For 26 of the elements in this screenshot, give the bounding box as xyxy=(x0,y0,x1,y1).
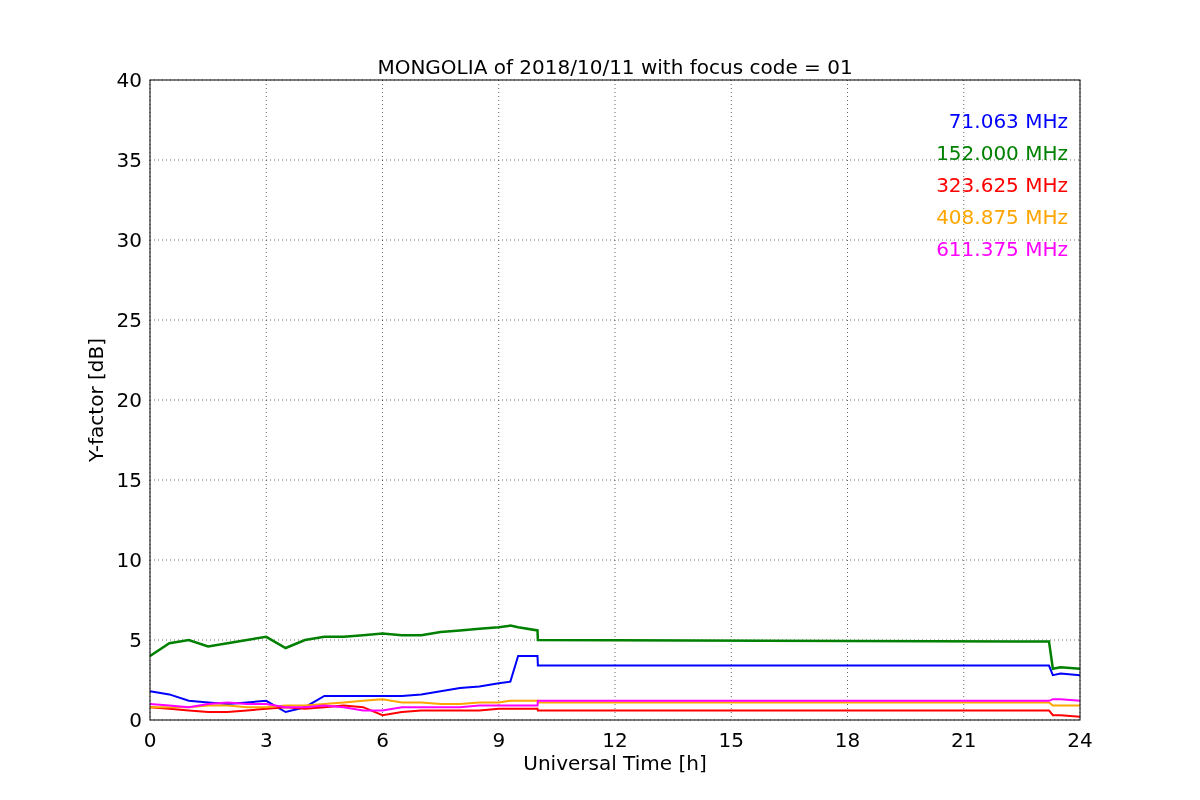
legend-label: 71.063 MHz xyxy=(948,109,1068,133)
y-tick-label: 10 xyxy=(116,548,142,572)
y-tick-label: 30 xyxy=(116,228,142,252)
x-tick-label: 9 xyxy=(492,728,506,752)
x-tick-label: 24 xyxy=(1067,728,1093,752)
y-tick-label: 5 xyxy=(129,628,142,652)
x-tick-label: 15 xyxy=(718,728,744,752)
x-axis-label: Universal Time [h] xyxy=(523,751,707,775)
x-tick-label: 21 xyxy=(951,728,977,752)
x-tick-label: 6 xyxy=(376,728,389,752)
chart-title: MONGOLIA of 2018/10/11 with focus code = 01 xyxy=(377,55,853,79)
y-tick-label: 35 xyxy=(116,148,142,172)
y-tick-label: 20 xyxy=(116,388,142,412)
y-tick-label: 15 xyxy=(116,468,142,492)
y-tick-label: 0 xyxy=(129,708,142,732)
legend-label: 611.375 MHz xyxy=(936,237,1068,261)
y-tick-label: 40 xyxy=(116,68,142,92)
x-tick-label: 18 xyxy=(834,728,861,752)
legend-label: 323.625 MHz xyxy=(936,173,1068,197)
x-tick-label: 0 xyxy=(143,728,157,752)
y-tick-label: 25 xyxy=(116,308,142,332)
legend-label: 152.000 MHz xyxy=(936,141,1068,165)
y-axis-label: Y-factor [dB] xyxy=(84,338,108,462)
x-tick-label: 12 xyxy=(602,728,628,752)
legend-label: 408.875 MHz xyxy=(936,205,1068,229)
x-tick-label: 3 xyxy=(259,728,273,752)
